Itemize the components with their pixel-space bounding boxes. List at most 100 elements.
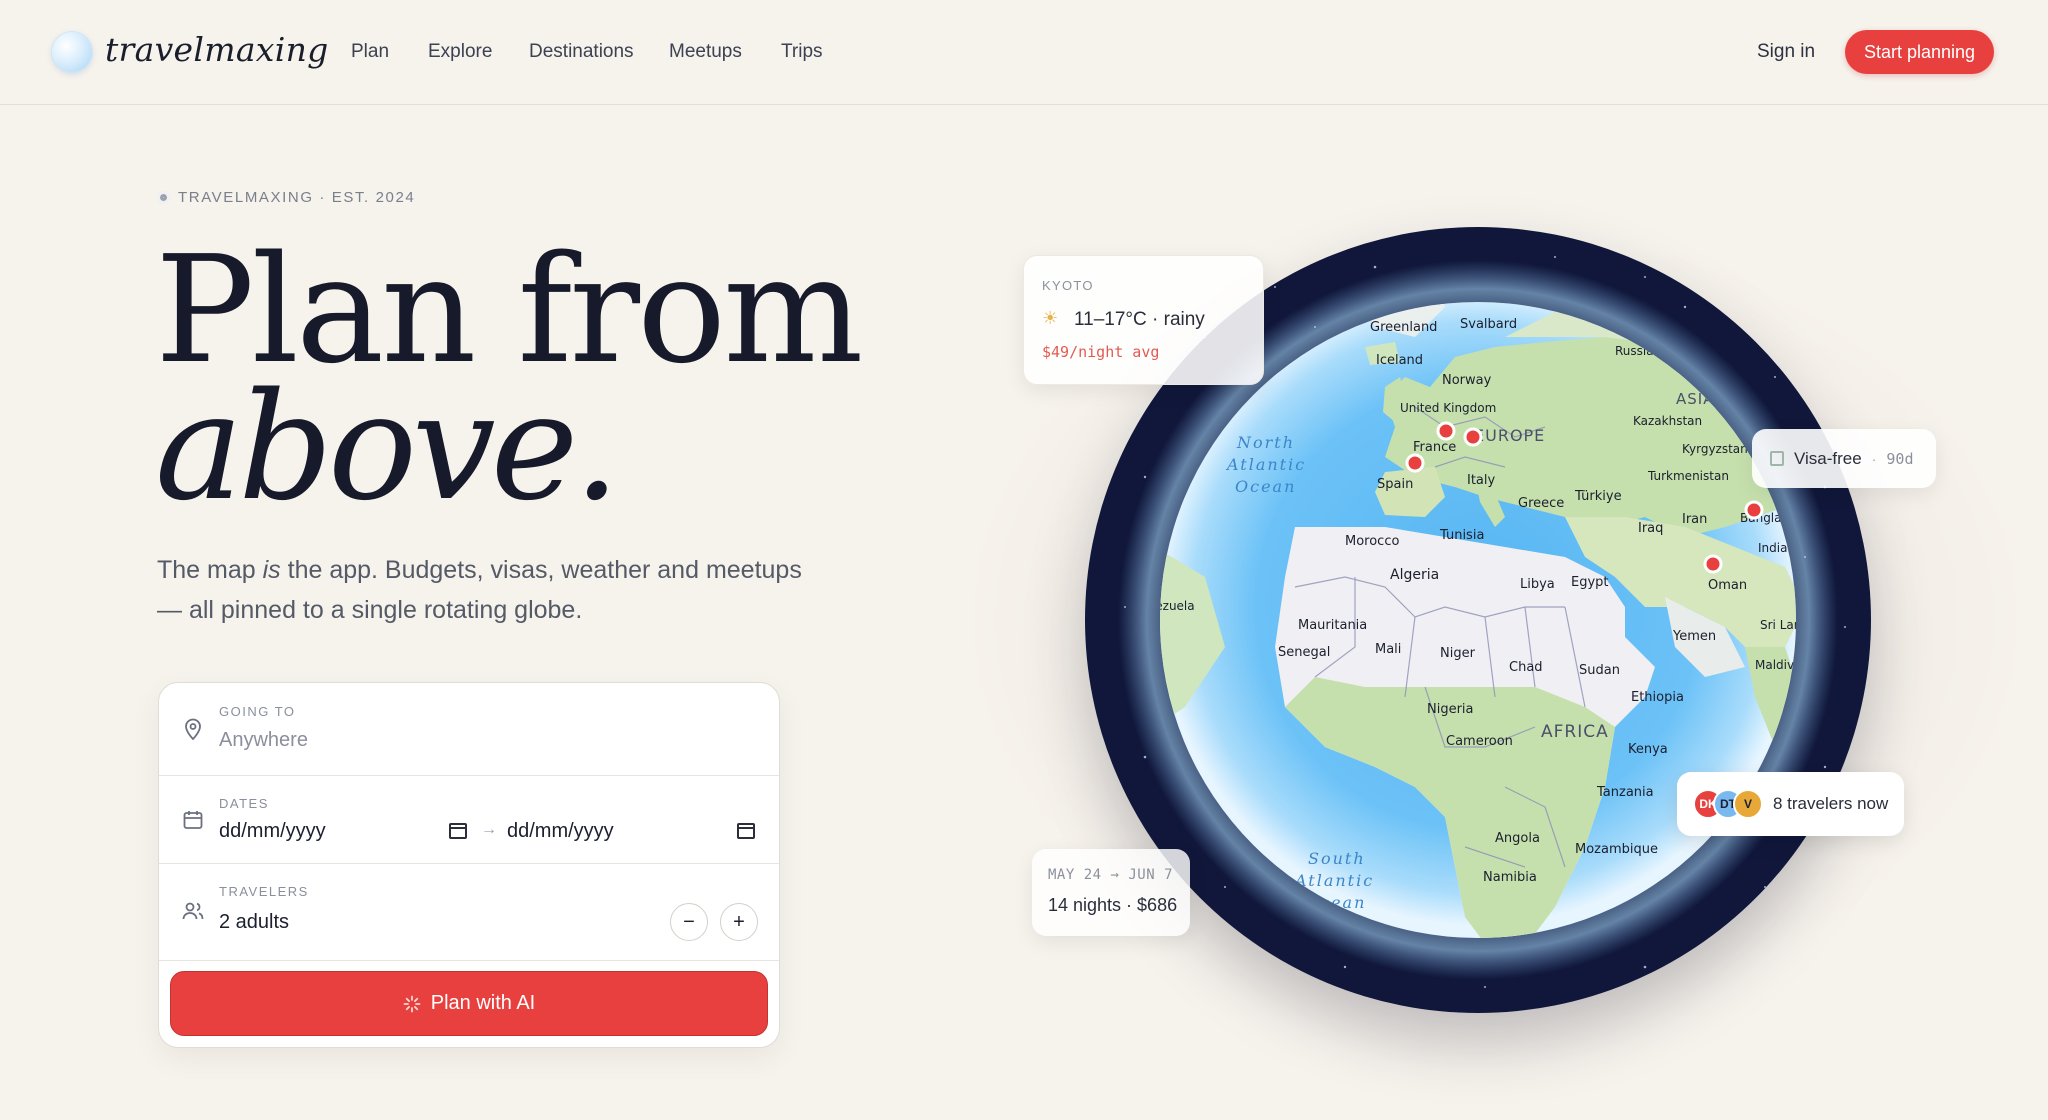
label-europe: EUROPE	[1474, 426, 1545, 445]
label-india: India	[1758, 541, 1787, 555]
label-mozambique: Mozambique	[1575, 842, 1658, 857]
travelers-now-label: 8 travelers now	[1773, 794, 1889, 813]
date-from-input[interactable]: dd/mm/yyyy	[219, 820, 326, 843]
sun-icon: ☀	[1042, 308, 1059, 328]
calendar-icon	[183, 811, 203, 829]
weather-price: $49/night avg	[1042, 343, 1160, 361]
label-greenland: Greenland	[1370, 320, 1437, 335]
label-yemen: Yemen	[1672, 629, 1716, 644]
label-cameroon: Cameroon	[1446, 734, 1513, 749]
going-to-input[interactable]: Anywhere	[219, 729, 308, 752]
label-kyrgyzstan: Kyrgyzstan	[1682, 442, 1748, 456]
eyebrow-text: TRAVELMAXING · EST. 2024	[178, 189, 416, 206]
label-morocco: Morocco	[1345, 534, 1399, 549]
label-egypt: Egypt	[1571, 575, 1609, 590]
date-to-calendar-icon[interactable]	[737, 823, 755, 839]
label-angola: Angola	[1495, 831, 1540, 846]
sparkle-spinner-icon	[403, 995, 421, 1012]
travelers-label: TRAVELERS	[219, 884, 309, 899]
label-niger: Niger	[1440, 646, 1476, 661]
label-france: France	[1413, 440, 1456, 455]
plan-with-ai-button[interactable]: Plan with AI	[170, 971, 768, 1036]
label-oman: Oman	[1708, 578, 1747, 593]
label-nigeria: Nigeria	[1427, 702, 1474, 717]
visa-label: Visa-free	[1794, 448, 1862, 468]
label-iraq: Iraq	[1638, 521, 1663, 536]
weather-temp: 11–17°C · rainy	[1074, 309, 1205, 330]
label-sudan: Sudan	[1579, 663, 1620, 678]
date-to-input[interactable]: dd/mm/yyyy	[507, 820, 614, 843]
lede-pre: The map	[157, 556, 263, 584]
increase-travelers-button[interactable]: +	[720, 903, 758, 941]
lede-emphasis: is	[262, 556, 281, 584]
label-senegal: Senegal	[1278, 645, 1330, 660]
label-iceland: Iceland	[1376, 353, 1423, 368]
travelers-field: TRAVELERS 2 adults − +	[159, 864, 779, 961]
going-to-field[interactable]: GOING TO Anywhere	[159, 683, 779, 776]
going-to-label: GOING TO	[219, 704, 296, 719]
label-tunisia: Tunisia	[1439, 528, 1484, 543]
label-kenya: Kenya	[1628, 742, 1668, 757]
label-norway: Norway	[1442, 373, 1492, 388]
label-turkmenistan: Turkmenistan	[1647, 469, 1729, 483]
avatar: V	[1733, 789, 1763, 819]
date-from-calendar-icon[interactable]	[449, 823, 467, 839]
label-united-kingdom: United Kingdom	[1400, 401, 1496, 415]
nav-trips[interactable]: Trips	[781, 41, 823, 63]
label-namibia: Namibia	[1483, 870, 1537, 885]
trip-search-form: GOING TO Anywhere DATES dd/mm/yyyy → dd/…	[158, 682, 780, 1048]
logo-globe-icon[interactable]	[52, 32, 92, 72]
trip-dates: MAY 24 → JUN 7	[1048, 867, 1174, 883]
pin-oman[interactable]	[1703, 554, 1723, 574]
trip-summary-card[interactable]: MAY 24 → JUN 7 14 nights · $686	[1032, 849, 1190, 936]
visa-card[interactable]: Visa-free · 90d	[1752, 429, 1936, 488]
trip-info: 14 nights · $686	[1048, 895, 1178, 915]
map-pin-icon	[185, 718, 201, 741]
label-ethiopia: Ethiopia	[1631, 690, 1684, 705]
label-spain: Spain	[1377, 477, 1413, 492]
start-planning-button[interactable]: Start planning	[1845, 30, 1994, 74]
top-nav: travelmaxing Plan Explore Destinations M…	[0, 0, 2048, 105]
dates-label: DATES	[219, 796, 269, 811]
passport-icon	[1770, 451, 1784, 466]
nav-meetups[interactable]: Meetups	[669, 41, 742, 63]
eyebrow-dot-icon	[157, 191, 170, 204]
label-africa: AFRICA	[1541, 722, 1609, 742]
label-north-atlantic-ocean: North Atlantic Ocean	[1225, 433, 1306, 496]
weather-card[interactable]: KYOTO ☀ 11–17°C · rainy $49/night avg	[1023, 255, 1264, 385]
nav-destinations[interactable]: Destinations	[529, 41, 634, 63]
pin-spain[interactable]	[1405, 453, 1425, 473]
pin-india[interactable]	[1744, 500, 1764, 520]
travelers-now-card[interactable]: DK DT V 8 travelers now	[1677, 772, 1904, 836]
label-greece: Greece	[1518, 496, 1564, 511]
weather-city: KYOTO	[1042, 278, 1094, 293]
label-svalbard: Svalbard	[1460, 317, 1517, 332]
visa-separator: ·	[1871, 450, 1877, 467]
arrow-right-icon: →	[481, 821, 497, 838]
nav-explore[interactable]: Explore	[428, 41, 492, 63]
pin-italy[interactable]	[1463, 427, 1483, 447]
label-algeria: Algeria	[1390, 567, 1439, 583]
label-tanzania: Tanzania	[1596, 785, 1654, 800]
decrease-travelers-button[interactable]: −	[670, 903, 708, 941]
label-libya: Libya	[1520, 577, 1555, 592]
label-mali: Mali	[1375, 642, 1401, 657]
eyebrow: TRAVELMAXING · EST. 2024	[157, 189, 415, 206]
brand-logo[interactable]: travelmaxing	[105, 30, 329, 69]
users-icon	[182, 902, 204, 920]
label-iran: Iran	[1682, 512, 1707, 527]
travelers-value: 2 adults	[219, 911, 290, 933]
hero-lede: The map is the app. Budgets, visas, weat…	[157, 550, 817, 630]
hero-title-line2: above.	[155, 361, 620, 533]
plan-with-ai-label: Plan with AI	[430, 992, 536, 1014]
pin-france[interactable]	[1436, 421, 1456, 441]
visa-days: 90d	[1886, 449, 1914, 468]
dates-field: DATES dd/mm/yyyy → dd/mm/yyyy	[159, 776, 779, 864]
label-italy: Italy	[1467, 473, 1496, 488]
label-mauritania: Mauritania	[1298, 618, 1367, 633]
sign-in-link[interactable]: Sign in	[1757, 41, 1815, 63]
nav-plan[interactable]: Plan	[351, 41, 389, 63]
label-kazakhstan: Kazakhstan	[1633, 414, 1702, 428]
label-turkiye: Türkiye	[1574, 489, 1622, 504]
label-chad: Chad	[1509, 660, 1543, 675]
